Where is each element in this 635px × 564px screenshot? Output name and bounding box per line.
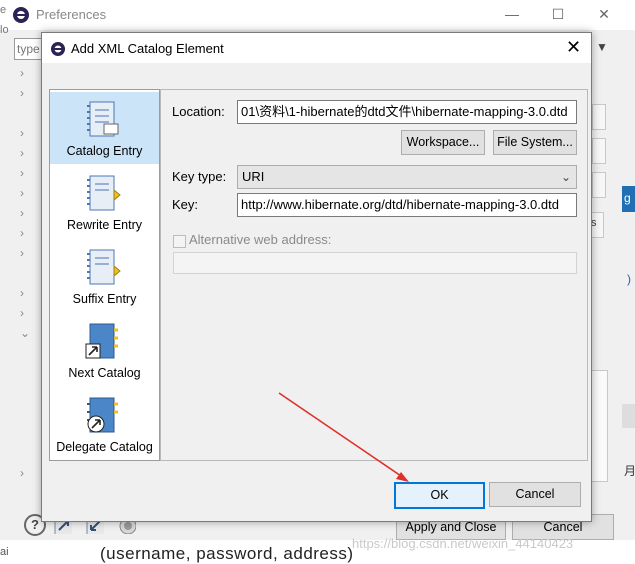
annotation-arrow bbox=[278, 392, 409, 482]
